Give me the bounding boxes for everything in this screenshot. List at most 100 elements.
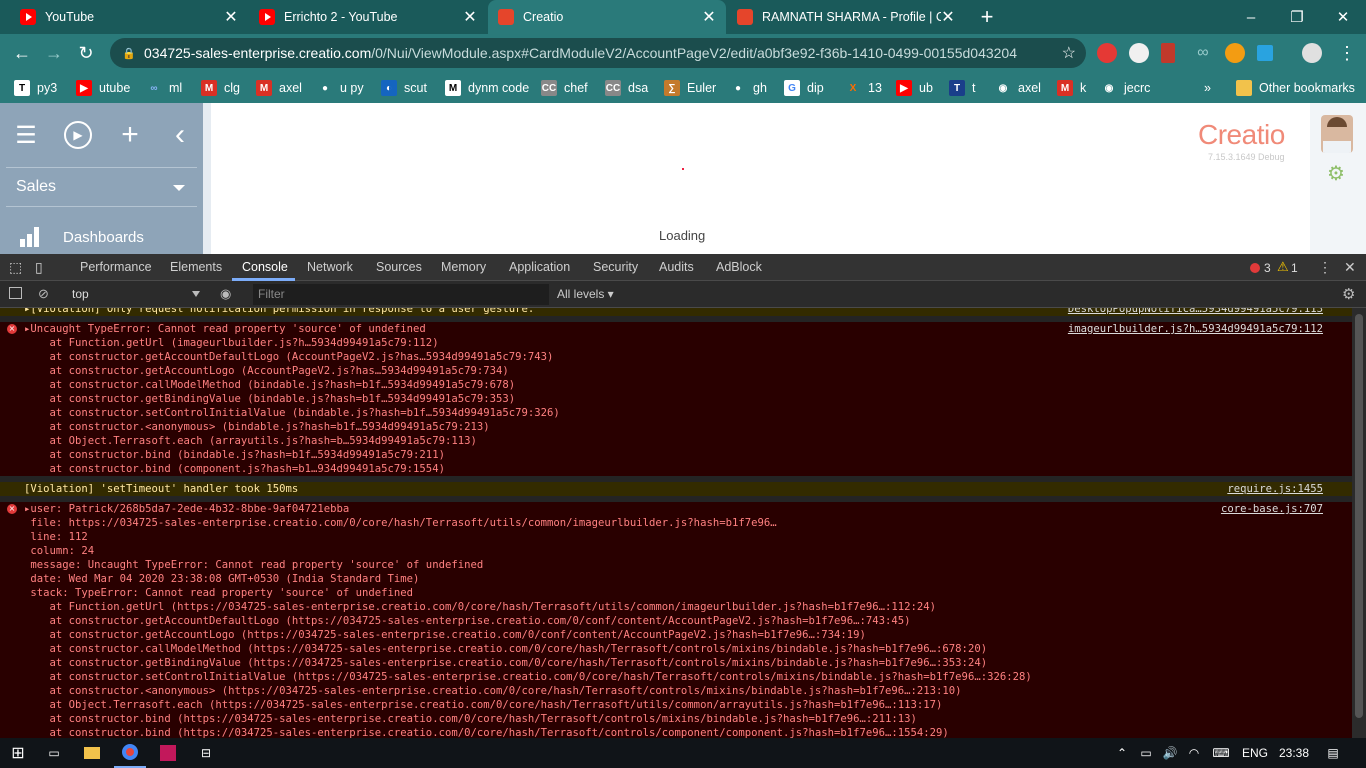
inspect-icon[interactable]: ⬚	[9, 254, 22, 281]
bookmark-item[interactable]: ▶ ub	[896, 77, 933, 99]
devtools-tab-memory[interactable]: Memory	[441, 254, 486, 281]
close-devtools-icon[interactable]: ✕	[1344, 259, 1356, 276]
devtools-tab-audits[interactable]: Audits	[659, 254, 694, 281]
bookmark-item[interactable]: Mk	[1057, 77, 1086, 99]
menu-item-dashboards[interactable]: Dashboards	[20, 227, 144, 247]
bookmark-item[interactable]: ◉ jecrc	[1101, 77, 1150, 99]
back-icon[interactable]: ←	[9, 40, 35, 66]
chrome-icon[interactable]	[114, 738, 146, 768]
bookmark-icon: ∞	[146, 80, 162, 96]
settings-icon[interactable]: ⚙	[1342, 285, 1355, 303]
bookmark-item[interactable]: Maxel	[256, 77, 302, 99]
sidebar-toggle-icon[interactable]	[9, 287, 22, 299]
menu-icon[interactable]: ⋮	[1334, 40, 1360, 66]
language-indicator[interactable]: ENG	[1240, 738, 1270, 768]
bookmark-item[interactable]: X 13	[845, 77, 882, 99]
devtools-tab-adblock[interactable]: AdBlock	[716, 254, 762, 281]
battery-icon[interactable]: ▭	[1136, 738, 1156, 768]
keyboard-icon[interactable]: ⌨	[1208, 738, 1234, 768]
close-tab-icon[interactable]: ✕	[463, 7, 477, 27]
hamburger-icon[interactable]: ☰	[12, 121, 40, 149]
bookmark-item[interactable]: CC dsa	[605, 77, 648, 99]
log-levels-dropdown[interactable]: All levels ▾	[557, 287, 614, 301]
bookmark-item[interactable]: Gdip	[784, 77, 824, 99]
more-bookmarks-button[interactable]: »	[1204, 77, 1211, 99]
gear-icon[interactable]: ⚙	[1327, 161, 1345, 186]
tab-profile[interactable]: RAMNATH SHARMA - Profile | Co ✕	[727, 0, 965, 34]
devtools-tab-performance[interactable]: Performance	[80, 254, 152, 281]
close-tab-icon[interactable]: ✕	[702, 7, 716, 27]
minimize-button[interactable]: –	[1228, 0, 1274, 34]
bookmark-item[interactable]: CC chef	[541, 77, 588, 99]
clear-console-icon[interactable]: ⊘	[38, 286, 49, 302]
console-scrollbar[interactable]	[1352, 308, 1366, 738]
clock[interactable]: 23:38	[1276, 738, 1312, 768]
source-link[interactable]: DesktopPopupNotifica…5934d99491a5c79:113	[1068, 308, 1323, 316]
source-link[interactable]: core-base.js:707	[1221, 502, 1323, 516]
bookmark-item[interactable]: ◉ axel	[995, 77, 1041, 99]
source-link[interactable]: require.js:1455	[1227, 482, 1323, 496]
notifications-icon[interactable]: ▤	[1320, 738, 1346, 768]
extension-icon[interactable]	[1129, 43, 1149, 63]
other-bookmarks-folder[interactable]: Other bookmarks	[1236, 77, 1355, 99]
app-icon[interactable]	[152, 738, 184, 768]
more-options-icon[interactable]: ⋮	[1318, 259, 1332, 276]
network-icon[interactable]: ◠	[1184, 738, 1204, 768]
devtools-tab-network[interactable]: Network	[307, 254, 353, 281]
bookmark-item[interactable]: Tt	[949, 77, 975, 99]
bookmark-item[interactable]: ∞ ml	[146, 77, 182, 99]
scrollbar-thumb[interactable]	[1355, 314, 1363, 718]
console-message: column: 24	[24, 545, 95, 557]
windows-icon[interactable]	[1257, 45, 1273, 61]
file-explorer-icon[interactable]	[76, 738, 108, 768]
bookmark-item[interactable]: ◐ scut	[381, 77, 427, 99]
app-icon[interactable]: ⊟	[190, 738, 222, 768]
bookmark-item[interactable]: ∑ Euler	[664, 77, 716, 99]
bookmark-item[interactable]: Tpy3	[14, 77, 57, 99]
tab-youtube[interactable]: YouTube ✕	[10, 0, 248, 34]
device-toolbar-icon[interactable]: ▯	[35, 254, 43, 281]
task-view-icon[interactable]: ▭	[38, 738, 70, 768]
bookmark-item[interactable]: ● u py	[317, 77, 364, 99]
devtools-tab-console[interactable]: Console	[242, 254, 288, 281]
devtools-tab-elements[interactable]: Elements	[170, 254, 222, 281]
source-link[interactable]: imageurlbuilder.js?h…5934d99491a5c79:112	[1068, 322, 1323, 336]
console-output[interactable]: ▸[Violation] Only request notification p…	[0, 308, 1352, 738]
maximize-button[interactable]: ❐	[1274, 0, 1320, 34]
chevron-left-icon[interactable]: ‹	[166, 118, 194, 151]
plus-icon[interactable]: +	[116, 118, 144, 151]
tab-creatio[interactable]: Creatio ✕	[488, 0, 726, 34]
show-hidden-icons[interactable]: ⌃	[1112, 738, 1132, 768]
devtools-tab-application[interactable]: Application	[509, 254, 570, 281]
bookmark-item[interactable]: Mclg	[201, 77, 240, 99]
bookmark-item[interactable]: ● gh	[730, 77, 767, 99]
user-avatar[interactable]	[1321, 115, 1353, 153]
new-tab-button[interactable]: +	[964, 0, 1010, 34]
bookmark-item[interactable]: Mdynm code	[445, 77, 529, 99]
close-window-button[interactable]: ✕	[1320, 0, 1366, 34]
devtools-tab-security[interactable]: Security	[593, 254, 638, 281]
extension-icon[interactable]	[1161, 43, 1175, 63]
tab-errichto[interactable]: Errichto 2 - YouTube ✕	[249, 0, 487, 34]
address-bar[interactable]: 🔒 034725-sales-enterprise.creatio.com/0/…	[110, 38, 1086, 68]
bookmark-star-icon[interactable]: ☆	[1062, 43, 1076, 63]
forward-icon[interactable]: →	[41, 40, 67, 66]
workplace-selector[interactable]: Sales	[6, 167, 197, 207]
start-icon[interactable]: ⊞	[0, 738, 36, 768]
context-selector[interactable]: top	[72, 287, 89, 301]
warning-count[interactable]: 1	[1291, 261, 1298, 275]
bookmark-item[interactable]: ▶ utube	[76, 77, 130, 99]
play-icon[interactable]: ▶	[64, 121, 92, 149]
devtools-tab-sources[interactable]: Sources	[376, 254, 422, 281]
reload-icon[interactable]: ↻	[73, 40, 99, 66]
volume-icon[interactable]: 🔊	[1160, 738, 1180, 768]
close-tab-icon[interactable]: ✕	[224, 7, 238, 27]
extension-icon[interactable]	[1225, 43, 1245, 63]
extension-icon[interactable]	[1097, 43, 1117, 63]
profile-avatar[interactable]	[1302, 43, 1322, 63]
filter-input[interactable]: Filter	[253, 284, 549, 305]
extension-icon[interactable]: ∞	[1193, 43, 1213, 63]
eye-icon[interactable]: ◉	[220, 286, 231, 302]
error-count[interactable]: 3	[1264, 261, 1271, 275]
close-tab-icon[interactable]: ✕	[941, 7, 955, 27]
